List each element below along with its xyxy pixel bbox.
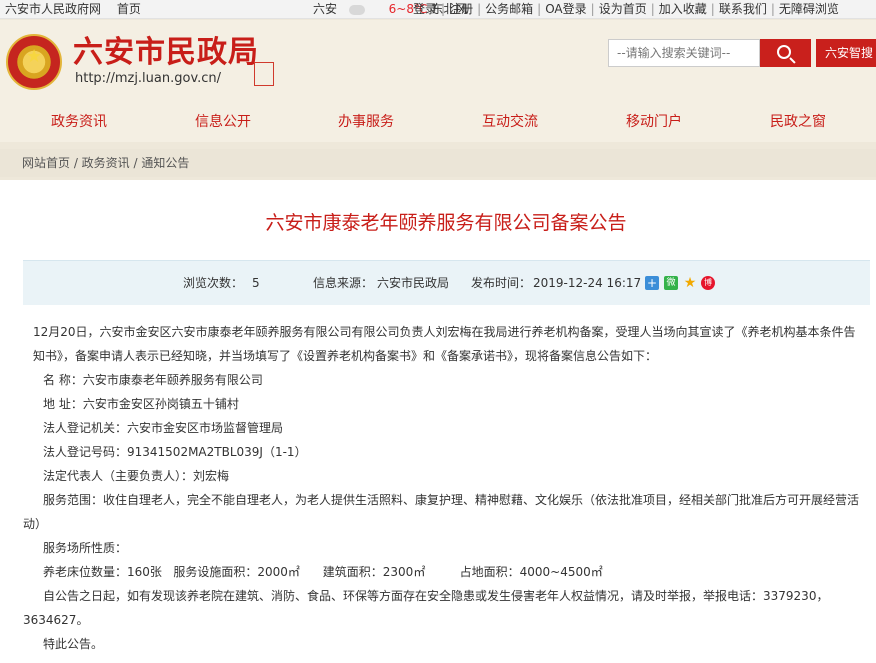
search-input[interactable]: --请输入搜索关键词-- (608, 39, 760, 67)
register-link[interactable]: 注册 (449, 2, 473, 16)
mail-link[interactable]: 公务邮箱 (485, 2, 533, 16)
article-panel: 六安市康泰老年颐养服务有限公司备案公告 浏览次数： 5 信息来源： 六安市民政局… (0, 180, 876, 663)
add-favorite-link[interactable]: 加入收藏 (659, 2, 707, 16)
article-body: 12月20日，六安市金安区六安市康泰老年颐养服务有限公司有限公司负责人刘宏梅在我… (23, 320, 863, 656)
site-url: http://mzj.luan.gov.cn/ (75, 71, 222, 86)
views-label: 浏览次数： (183, 276, 244, 290)
nav-item-news[interactable]: 政务资讯 (29, 102, 129, 142)
views-count: 5 (252, 276, 260, 290)
search-icon (777, 45, 791, 59)
qzone-icon[interactable]: ★ (683, 276, 697, 290)
weather-city: 六安 (313, 2, 338, 16)
paragraph-nature: 服务场所性质： (43, 541, 128, 555)
nav-item-interaction[interactable]: 互动交流 (460, 102, 560, 142)
share-plus-icon[interactable]: + (645, 276, 659, 290)
seal-logo (254, 62, 274, 86)
login-link[interactable]: 登录 (413, 2, 437, 16)
set-homepage-link[interactable]: 设为首页 (599, 2, 647, 16)
nav-item-window[interactable]: 民政之窗 (748, 102, 848, 142)
breadcrumb[interactable]: 网站首页 / 政务资讯 / 通知公告 (0, 149, 876, 177)
main-nav: 政务资讯 信息公开 办事服务 互动交流 移动门户 民政之窗 (0, 102, 876, 142)
site-title[interactable]: 六安市民政局 (73, 36, 259, 70)
accessibility-link[interactable]: 无障碍浏览 (779, 2, 839, 16)
nav-item-services[interactable]: 办事服务 (316, 102, 416, 142)
time-label: 发布时间： (471, 276, 532, 290)
weibo-icon[interactable]: 博 (701, 276, 715, 290)
search-button[interactable] (760, 39, 811, 67)
national-emblem-icon: ★ (6, 34, 62, 90)
smart-search-button[interactable]: 六安智搜 (816, 39, 876, 67)
article-title: 六安市康泰老年颐养服务有限公司备案公告 (265, 212, 627, 234)
top-utility-bar: 六安市人民政府网 首页 六安 6~8℃ 东北风 登录 | 注册 | 公务邮箱 | OA登录 |… (0, 0, 876, 19)
paragraph-closing: 特此公告。 (43, 637, 104, 651)
paragraph-capacity: 养老床位数量：160张 服务设施面积：2000㎡ 建筑面积：2300㎡ 占地面积… (43, 565, 603, 579)
paragraph-intro: 12月20日，六安市金安区六安市康泰老年颐养服务有限公司有限公司负责人刘宏梅在我… (33, 325, 856, 363)
wechat-icon[interactable]: 微 (664, 276, 678, 290)
paragraph-name: 名 称：六安市康泰老年颐养服务有限公司 (43, 373, 263, 387)
top-links: 登录 | 注册 | 公务邮箱 | OA登录 | 设为首页 | 加入收藏 | 联系我们 | 无障碍浏览 (413, 2, 839, 16)
cloud-icon (348, 4, 365, 15)
nav-item-mobile[interactable]: 移动门户 (604, 102, 704, 142)
contact-link[interactable]: 联系我们 (719, 2, 767, 16)
site-header: ★ 六安市民政局 http://mzj.luan.gov.cn/ --请输入搜索… (0, 20, 876, 102)
source-label: 信息来源： (313, 276, 374, 290)
paragraph-report: 自公告之日起，如有发现该养老院在建筑、消防、食品、环保等方面存在安全隐患或发生侵… (23, 589, 829, 627)
article-meta: 浏览次数： 5 信息来源： 六安市民政局 发布时间： 2019-12-24 16… (23, 260, 870, 305)
home-link[interactable]: 首页 (117, 2, 141, 16)
paragraph-address: 地 址：六安市金安区孙岗镇五十铺村 (43, 397, 239, 411)
oa-login-link[interactable]: OA登录 (545, 2, 586, 16)
paragraph-registrar: 法人登记机关：六安市金安区市场监督管理局 (43, 421, 284, 435)
time-value: 2019-12-24 16:17 (533, 276, 642, 290)
nav-item-disclosure[interactable]: 信息公开 (173, 102, 273, 142)
paragraph-reg-number: 法人登记号码：91341502MA2TBL039J（1-1） (43, 445, 307, 459)
source-value: 六安市民政局 (377, 276, 450, 290)
gov-portal-link[interactable]: 六安市人民政府网 (5, 2, 101, 16)
paragraph-scope: 服务范围：收住自理老人，完全不能自理老人，为老人提供生活照料、康复护理、精神慰藉… (23, 493, 860, 531)
paragraph-legal-rep: 法定代表人（主要负责人）：刘宏梅 (43, 469, 230, 483)
